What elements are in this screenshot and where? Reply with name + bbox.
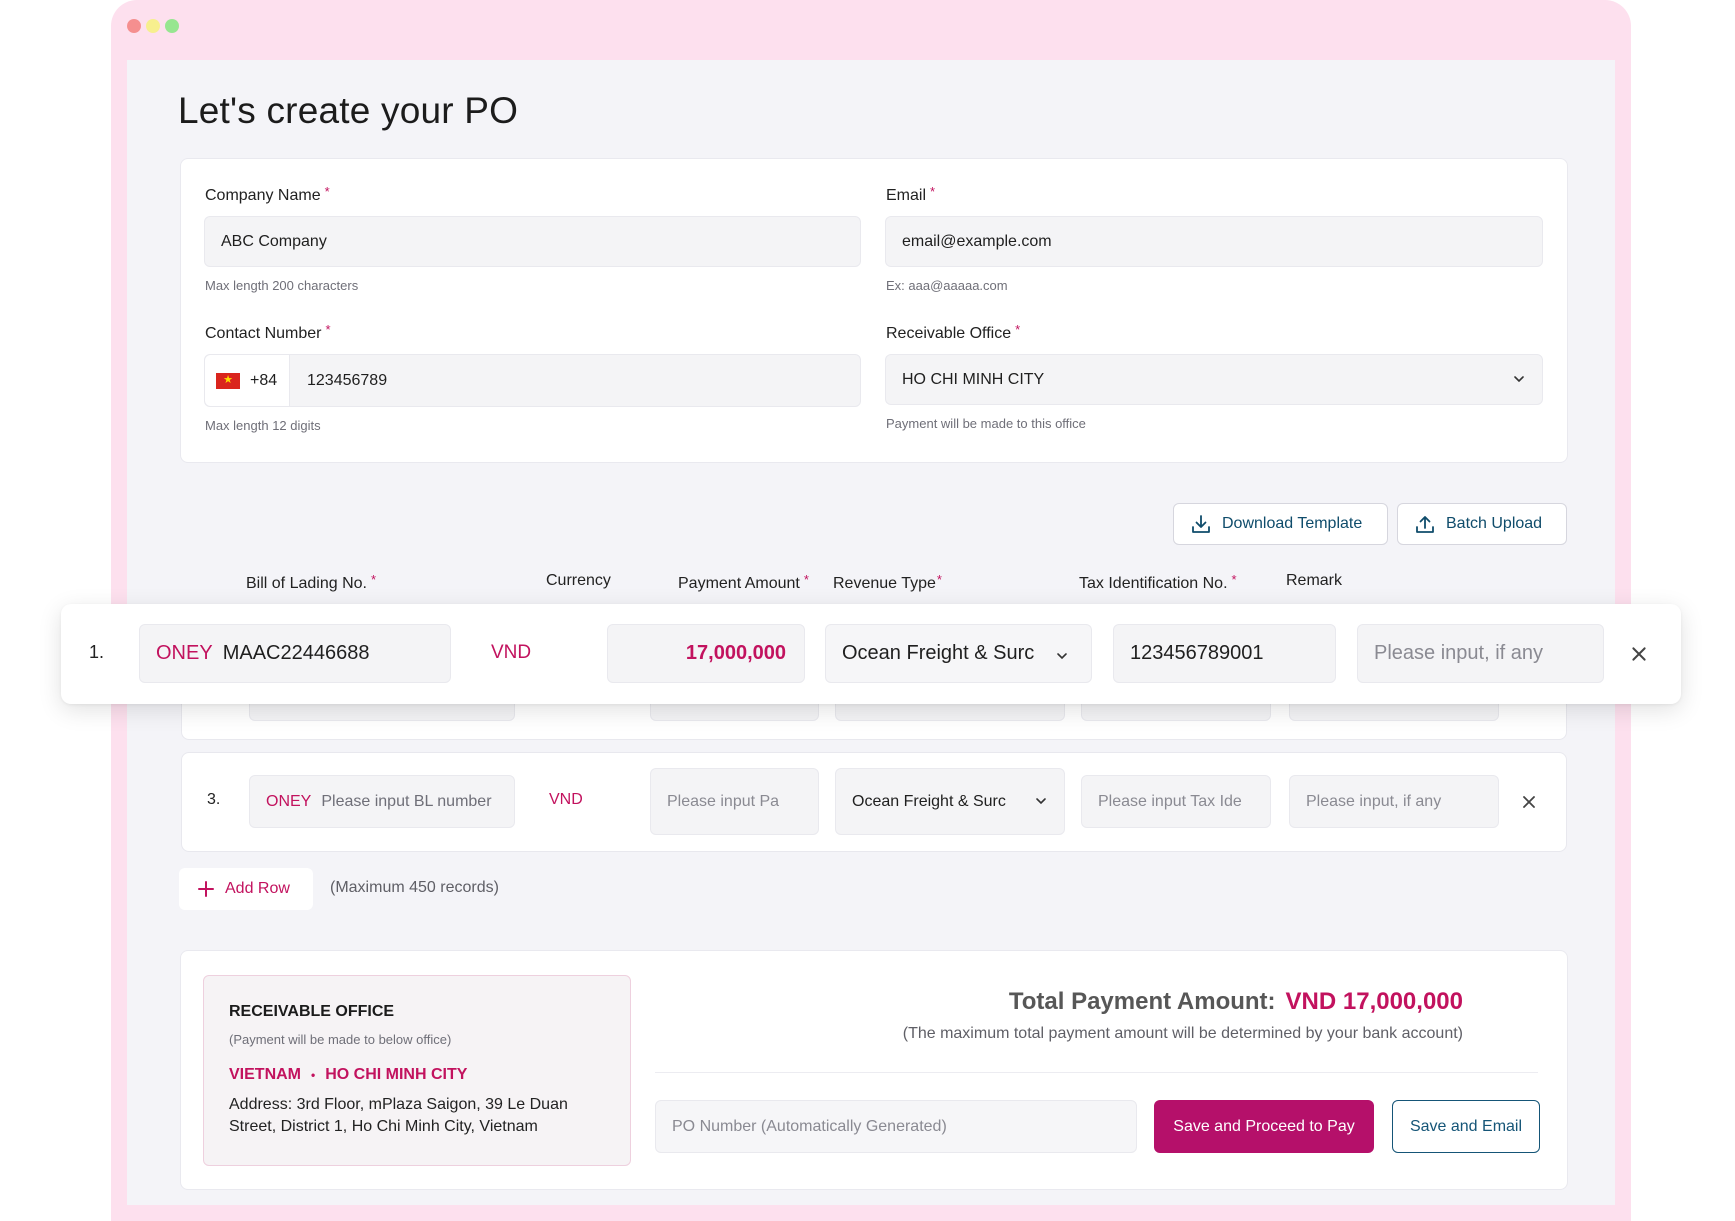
add-row-label: Add Row bbox=[225, 880, 290, 897]
header-tax-id: Tax Identification No. * bbox=[1079, 572, 1237, 592]
download-icon bbox=[1192, 515, 1210, 533]
save-and-email-button[interactable]: Save and Email bbox=[1392, 1100, 1540, 1153]
upload-icon bbox=[1416, 516, 1434, 533]
window-close-dot[interactable] bbox=[127, 19, 141, 33]
download-template-button[interactable]: Download Template bbox=[1173, 503, 1388, 545]
chevron-down-icon bbox=[1055, 646, 1069, 660]
po-number-placeholder: PO Number (Automatically Generated) bbox=[672, 1117, 947, 1135]
bl-prefix: ONEY bbox=[156, 642, 213, 664]
office-box-subtitle: (Payment will be made to below office) bbox=[229, 1032, 452, 1047]
bl-input[interactable]: ONEY Please input BL number bbox=[249, 775, 515, 828]
header-currency: Currency bbox=[546, 572, 611, 589]
office-address: Address: 3rd Floor, mPlaza Saigon, 39 Le… bbox=[229, 1096, 568, 1135]
receivable-office-label: Receivable Office * bbox=[886, 322, 1021, 342]
receivable-office-box: RECEIVABLE OFFICE (Payment will be made … bbox=[203, 975, 631, 1166]
tax-id-input[interactable]: Please input Tax Ide bbox=[1081, 775, 1271, 828]
total-note: (The maximum total payment amount will b… bbox=[902, 1025, 1463, 1042]
page-title: Let's create your PO bbox=[178, 90, 519, 131]
amount-input[interactable]: Please input Pa bbox=[650, 768, 819, 835]
revenue-type-value: Ocean Freight & Surc bbox=[842, 642, 1035, 664]
company-name-input[interactable]: ABC Company bbox=[204, 216, 861, 267]
chevron-down-icon bbox=[1034, 794, 1048, 808]
remark-placeholder: Please input, if any bbox=[1306, 792, 1442, 810]
table-row: 3. ONEY Please input BL number VND Pleas… bbox=[181, 752, 1567, 852]
total-label: Total Payment Amount: bbox=[1008, 988, 1276, 1015]
company-info-card: Company Name * ABC Company Max length 200… bbox=[180, 158, 1568, 463]
office-box-title: RECEIVABLE OFFICE bbox=[229, 1003, 395, 1020]
contact-number-input[interactable]: ★ +84 123456789 bbox=[204, 354, 861, 407]
bl-input[interactable]: ONEY MAAC22446688 bbox=[139, 624, 451, 683]
contact-number-value: 123456789 bbox=[307, 371, 388, 389]
revenue-type-value: Ocean Freight & Surc bbox=[852, 792, 1006, 810]
max-records-note: (Maximum 450 records) bbox=[330, 879, 499, 896]
po-number-input[interactable]: PO Number (Automatically Generated) bbox=[655, 1100, 1137, 1153]
remark-placeholder: Please input, if any bbox=[1374, 642, 1543, 664]
window-maximize-dot[interactable] bbox=[165, 19, 179, 33]
window-minimize-dot[interactable] bbox=[146, 19, 160, 33]
batch-upload-button[interactable]: Batch Upload bbox=[1397, 503, 1567, 545]
chevron-down-icon bbox=[1512, 372, 1526, 386]
total-amount: VND 17,000,000 bbox=[1285, 988, 1463, 1015]
receivable-office-select[interactable]: HO CHI MINH CITY bbox=[885, 354, 1543, 405]
currency-value: VND bbox=[549, 791, 583, 808]
tax-id-input[interactable]: 123456789001 bbox=[1113, 624, 1336, 683]
bl-placeholder: Please input BL number bbox=[321, 792, 492, 810]
contact-number-label: Contact Number * bbox=[205, 322, 331, 342]
header-bill-of-lading: Bill of Lading No. * bbox=[246, 572, 377, 592]
email-label: Email * bbox=[886, 184, 936, 204]
receivable-office-hint: Payment will be made to this office bbox=[886, 416, 1086, 431]
batch-upload-label: Batch Upload bbox=[1446, 515, 1543, 532]
bl-prefix: ONEY bbox=[266, 792, 312, 810]
delete-row-icon[interactable] bbox=[1521, 794, 1537, 810]
amount-placeholder: Please input Pa bbox=[667, 792, 780, 810]
revenue-type-select[interactable]: Ocean Freight & Surc bbox=[835, 768, 1065, 835]
email-hint: Ex: aaa@aaaaa.com bbox=[886, 278, 1008, 293]
header-remark: Remark bbox=[1286, 572, 1343, 589]
company-name-value: ABC Company bbox=[221, 232, 327, 250]
vietnam-flag-icon: ★ bbox=[216, 372, 240, 389]
currency-value: VND bbox=[491, 642, 532, 663]
tax-id-value: 123456789001 bbox=[1130, 642, 1264, 664]
location-separator: • bbox=[311, 1068, 316, 1082]
remark-input[interactable]: Please input, if any bbox=[1357, 624, 1604, 683]
table-row-dragging[interactable]: 1. ONEY MAAC22446688 VND 17,000,000 Ocea… bbox=[61, 604, 1681, 704]
remark-input[interactable]: Please input, if any bbox=[1289, 775, 1499, 828]
email-value: email@example.com bbox=[902, 232, 1052, 250]
save-and-pay-button[interactable]: Save and Proceed to Pay bbox=[1154, 1100, 1374, 1153]
bl-value: MAAC22446688 bbox=[222, 642, 370, 664]
plus-icon bbox=[198, 881, 214, 897]
company-name-label: Company Name * bbox=[205, 184, 330, 204]
row-number: 3. bbox=[207, 791, 221, 808]
delete-row-icon[interactable] bbox=[1630, 645, 1648, 663]
total-payment: Total Payment Amount: VND 17,000,000 bbox=[1009, 988, 1463, 1016]
company-name-hint: Max length 200 characters bbox=[205, 278, 359, 293]
row-number: 1. bbox=[89, 642, 105, 662]
office-country: VIETNAM bbox=[229, 1066, 301, 1083]
office-city: HO CHI MINH CITY bbox=[325, 1066, 468, 1083]
contact-number-hint: Max length 12 digits bbox=[205, 418, 321, 433]
amount-value: 17,000,000 bbox=[685, 642, 786, 664]
divider bbox=[655, 1072, 1538, 1073]
country-code: +84 bbox=[250, 371, 278, 389]
add-row-button[interactable]: Add Row bbox=[179, 868, 313, 910]
office-location: VIETNAM • HO CHI MINH CITY bbox=[229, 1066, 467, 1084]
header-revenue-type: Revenue Type* bbox=[833, 572, 942, 592]
tax-id-placeholder: Please input Tax Ide bbox=[1098, 792, 1242, 810]
amount-input[interactable]: 17,000,000 bbox=[607, 624, 805, 683]
download-template-label: Download Template bbox=[1222, 515, 1363, 532]
country-code-selector[interactable]: ★ +84 bbox=[205, 355, 290, 406]
revenue-type-select[interactable]: Ocean Freight & Surc bbox=[825, 624, 1092, 683]
header-payment-amount: Payment Amount * bbox=[678, 572, 809, 592]
receivable-office-value: HO CHI MINH CITY bbox=[902, 370, 1045, 388]
email-input[interactable]: email@example.com bbox=[885, 216, 1543, 267]
